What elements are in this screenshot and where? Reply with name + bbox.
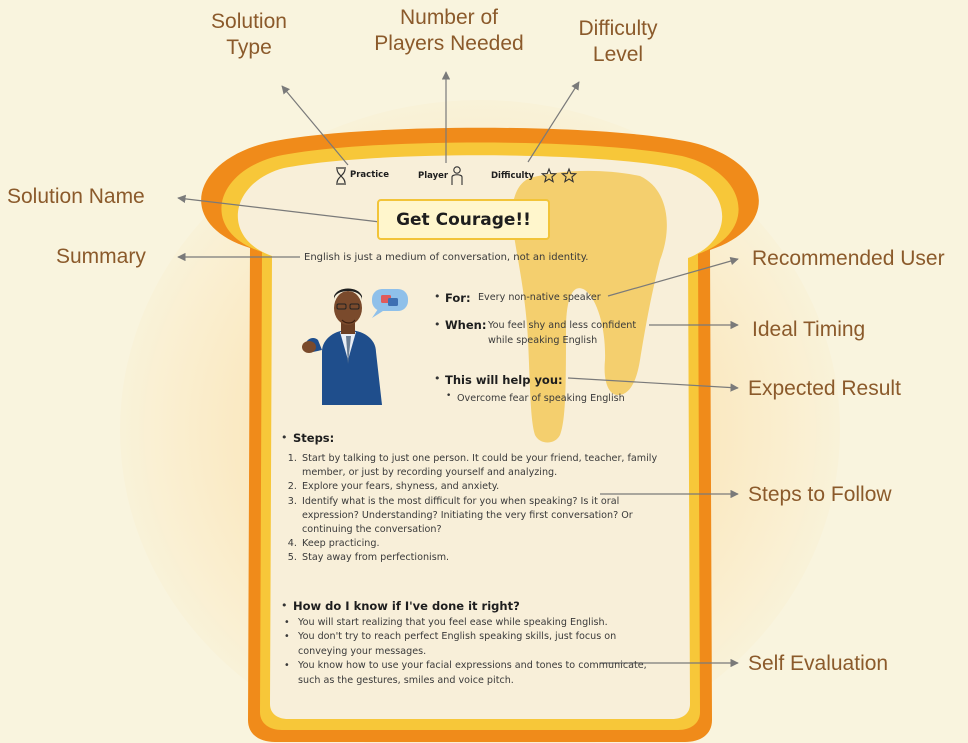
step-item: Explore your fears, shyness, and anxiety… <box>300 480 662 494</box>
player-label: Player <box>418 171 449 181</box>
callout-solution-name: Solution Name <box>7 185 145 208</box>
callout-difficulty-level: Difficulty Level <box>558 16 678 68</box>
eval-label: How do I know if I've done it right? <box>293 599 520 613</box>
eval-item: You don't try to reach perfect English s… <box>284 630 656 659</box>
solution-type-label: Practice <box>350 170 389 180</box>
callout-difficulty-level-line1: Difficulty <box>578 17 658 40</box>
steps-label: Steps: <box>293 431 335 445</box>
callout-self-evaluation: Self Evaluation <box>748 652 889 675</box>
eval-item: You will start realizing that you feel e… <box>284 616 656 631</box>
help-bullet: • <box>434 372 441 385</box>
help-sub-bullet: • <box>446 391 452 401</box>
callout-difficulty-level-line2: Level <box>592 43 644 66</box>
step-item: Start by talking to just one person. It … <box>300 452 662 480</box>
summary-text: English is just a medium of conversation… <box>304 252 589 263</box>
eval-list: You will start realizing that you feel e… <box>280 616 656 688</box>
callout-players-needed-line2: Players Needed <box>374 32 524 55</box>
when-value-line1: You feel shy and less confident <box>488 320 637 331</box>
for-label: For: <box>445 291 471 305</box>
callout-expected-result: Expected Result <box>748 377 901 400</box>
help-label: This will help you: <box>445 373 563 387</box>
solution-title-box: Get Courage!! <box>377 199 550 240</box>
eval-item: You know how to use your facial expressi… <box>284 659 656 688</box>
step-item: Stay away from perfectionism. <box>300 551 662 565</box>
callout-ideal-timing: Ideal Timing <box>752 318 866 341</box>
callout-recommended-user: Recommended User <box>752 247 945 270</box>
difficulty-label: Difficulty <box>491 171 535 181</box>
callout-solution-type: Solution Type <box>194 9 304 61</box>
callout-solution-type-line1: Solution <box>211 10 287 33</box>
callout-players-needed-line1: Number of <box>399 6 499 29</box>
eval-bullet: • <box>281 599 288 612</box>
step-item: Keep practicing. <box>300 537 662 551</box>
callout-players-needed: Number of Players Needed <box>366 5 532 57</box>
solution-title: Get Courage!! <box>396 209 531 230</box>
steps-list: Start by talking to just one person. It … <box>280 452 662 566</box>
when-bullet: • <box>434 318 441 331</box>
callout-summary: Summary <box>56 245 146 268</box>
when-value-line2: while speaking English <box>488 335 598 346</box>
for-bullet: • <box>434 290 441 303</box>
callout-steps-to-follow: Steps to Follow <box>748 483 892 506</box>
when-label: When: <box>445 318 487 332</box>
help-value: Overcome fear of speaking English <box>457 393 625 404</box>
step-item: Identify what is the most difficult for … <box>300 495 662 538</box>
callout-solution-type-line2: Type <box>226 36 272 59</box>
steps-bullet: • <box>281 431 288 444</box>
for-value: Every non-native speaker <box>478 292 601 303</box>
